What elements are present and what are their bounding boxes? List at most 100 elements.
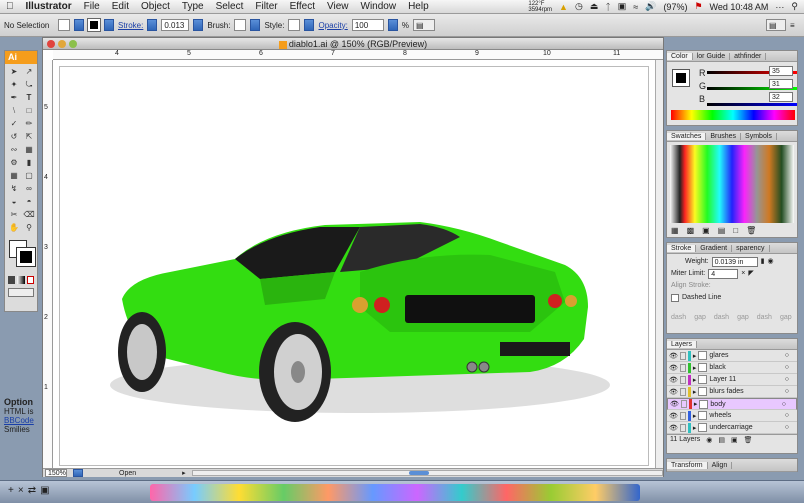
clock[interactable]: Wed 10:48 AM: [710, 2, 769, 12]
pencil-icon[interactable]: ✏: [22, 118, 36, 130]
menu-app-name[interactable]: Illustrator: [20, 1, 78, 12]
tab-layers[interactable]: Layers: [667, 340, 698, 348]
blend-tool-icon[interactable]: ∞: [22, 183, 36, 195]
visibility-eye-icon[interactable]: 👁: [669, 352, 678, 360]
type-tool-icon[interactable]: T: [22, 92, 36, 104]
menu-view[interactable]: View: [321, 1, 355, 12]
locate-object-icon[interactable]: ◉: [706, 436, 712, 444]
gradient-tool-icon[interactable]: ▢: [22, 170, 36, 182]
target-circle-icon[interactable]: ○: [785, 424, 789, 431]
panel-menu-icon[interactable]: ≡: [790, 21, 804, 30]
menu-object[interactable]: Object: [135, 1, 176, 12]
eject-icon[interactable]: ⏏: [590, 1, 599, 12]
stroke-weight-input[interactable]: 0.013: [161, 19, 190, 31]
vertical-scrollbar[interactable]: [655, 60, 663, 468]
fill-swatch[interactable]: [58, 19, 70, 31]
miter-input[interactable]: 4: [708, 269, 739, 279]
wifi-icon[interactable]: ≈: [633, 2, 638, 12]
spectrum-bar[interactable]: [671, 110, 795, 120]
window-icon[interactable]: ▣: [40, 485, 49, 496]
stroke-label-link[interactable]: Stroke:: [118, 21, 143, 30]
visibility-eye-icon[interactable]: 👁: [669, 388, 678, 396]
lock-toggle[interactable]: [679, 363, 686, 372]
tab-transform[interactable]: Transform: [667, 461, 708, 469]
layer-row[interactable]: 👁 ▸ Layer 11 ○: [667, 374, 797, 386]
line-tool-icon[interactable]: ⧵: [7, 105, 21, 117]
expand-triangle-icon[interactable]: ▸: [693, 364, 697, 372]
workspace-button[interactable]: ▤: [766, 19, 786, 31]
lock-toggle[interactable]: [679, 411, 686, 420]
layer-row[interactable]: 👁 ▸ undercarriage ○: [667, 422, 797, 434]
symbol-sprayer-icon[interactable]: ⚙: [7, 157, 21, 169]
show-kinds-icon[interactable]: ▩: [687, 226, 695, 235]
flag-icon[interactable]: ⚑: [694, 1, 702, 12]
tab-swatches[interactable]: Swatches: [667, 132, 707, 140]
layer-row[interactable]: 👁 ▸ body ○: [667, 398, 797, 410]
stroke-box[interactable]: [16, 247, 36, 267]
color-mode-icon[interactable]: [8, 276, 16, 284]
user-menu-icon[interactable]: ···: [775, 2, 784, 12]
swatch-grid[interactable]: [670, 145, 794, 223]
apple-icon[interactable]: : [0, 1, 20, 12]
volume-icon[interactable]: 🔊: [645, 1, 656, 12]
scroll-thumb[interactable]: [408, 471, 429, 475]
zoom-dropdown[interactable]: [73, 469, 83, 477]
layer-name[interactable]: black: [709, 364, 782, 371]
visibility-eye-icon[interactable]: 👁: [670, 400, 679, 408]
opacity-dropdown[interactable]: [387, 19, 398, 31]
layer-row[interactable]: 👁 ▸ blurs fades ○: [667, 386, 797, 398]
r-value[interactable]: 35: [769, 66, 793, 76]
add-icon[interactable]: +: [8, 485, 14, 496]
zoom-window-icon[interactable]: [69, 40, 77, 48]
menu-filter[interactable]: Filter: [249, 1, 283, 12]
pen-tool-icon[interactable]: ✒: [7, 92, 21, 104]
layer-name[interactable]: blurs fades: [709, 388, 782, 395]
menu-help[interactable]: Help: [402, 1, 435, 12]
new-swatch-icon[interactable]: □: [733, 226, 738, 235]
horizontal-scrollbar[interactable]: [191, 470, 663, 476]
target-circle-icon[interactable]: ○: [785, 412, 789, 419]
layer-row[interactable]: 👁 ▸ black ○: [667, 362, 797, 374]
car-artwork[interactable]: [60, 67, 648, 465]
vertical-ruler[interactable]: 5 4 3 2 1: [43, 60, 53, 468]
tab-color[interactable]: Color: [667, 52, 693, 60]
none-mode-icon[interactable]: [26, 276, 34, 284]
visibility-eye-icon[interactable]: 👁: [669, 364, 678, 372]
dashed-checkbox[interactable]: [671, 294, 679, 302]
document-setup-button[interactable]: ▤: [412, 19, 435, 31]
magic-wand-icon[interactable]: ✦: [7, 79, 21, 91]
new-group-icon[interactable]: ▤: [718, 226, 726, 235]
scale-tool-icon[interactable]: ⇱: [22, 131, 36, 143]
style-swatch[interactable]: [288, 19, 301, 31]
temp-monitor[interactable]: 122°F 3594rpm: [528, 1, 552, 13]
tab-color-guide[interactable]: lor Guide: [693, 52, 731, 60]
rotate-tool-icon[interactable]: ↺: [7, 131, 21, 143]
lasso-icon[interactable]: ⤿: [22, 79, 36, 91]
swatch-options-icon[interactable]: ▣: [702, 226, 710, 235]
dock-app-icons[interactable]: [150, 484, 640, 501]
visibility-eye-icon[interactable]: 👁: [669, 424, 678, 432]
menu-select[interactable]: Select: [210, 1, 250, 12]
expand-triangle-icon[interactable]: ▸: [693, 388, 697, 396]
lock-toggle[interactable]: [680, 400, 687, 408]
cancel-icon[interactable]: ×: [18, 485, 24, 496]
live-paint-icon[interactable]: ◒: [7, 196, 21, 208]
eyedropper-icon[interactable]: ↯: [7, 183, 21, 195]
join-miter-icon[interactable]: ◤: [748, 268, 753, 280]
close-window-icon[interactable]: [47, 40, 55, 48]
mesh-tool-icon[interactable]: ▦: [7, 170, 21, 182]
b-value[interactable]: 32: [769, 92, 793, 102]
opacity-label-link[interactable]: Opacity:: [318, 21, 347, 30]
document-titlebar[interactable]: diablo1.ai @ 150% (RGB/Preview): [43, 38, 663, 50]
tab-stroke[interactable]: Stroke: [667, 244, 697, 252]
target-circle-icon[interactable]: ○: [785, 352, 789, 359]
artboard[interactable]: [59, 66, 649, 466]
direct-selection-tool-icon[interactable]: ↗: [22, 66, 36, 78]
layer-name[interactable]: glares: [709, 352, 782, 359]
expand-triangle-icon[interactable]: ▸: [694, 400, 698, 408]
zoom-tool-icon[interactable]: ⚲: [22, 222, 36, 234]
expand-triangle-icon[interactable]: ▸: [693, 376, 697, 384]
visibility-eye-icon[interactable]: 👁: [669, 412, 678, 420]
gradient-mode-icon[interactable]: [17, 276, 25, 284]
delete-swatch-icon[interactable]: 🗑: [746, 226, 756, 235]
